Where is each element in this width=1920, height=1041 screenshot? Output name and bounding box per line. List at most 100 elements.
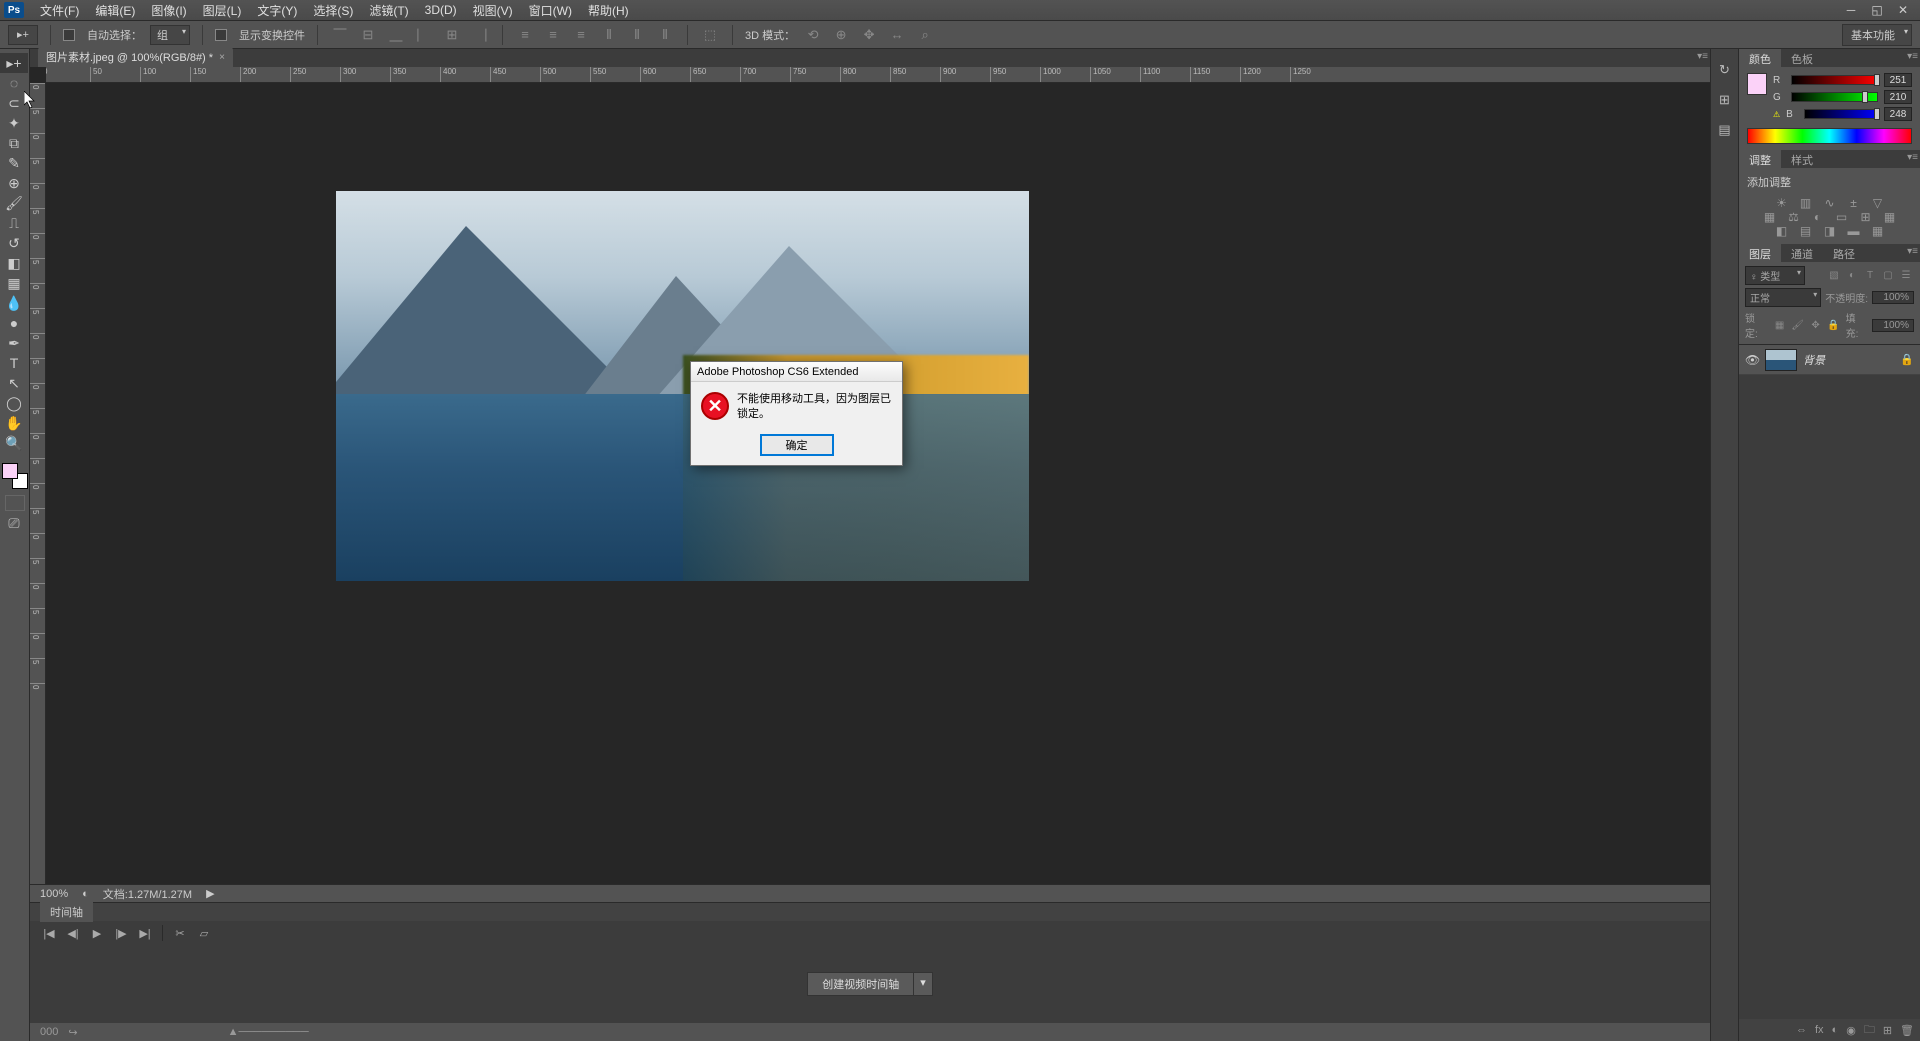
3d-pan-icon[interactable]: ✥ [859, 25, 879, 45]
marquee-tool[interactable]: ◌ [0, 73, 28, 93]
gradient-map-icon[interactable]: ▬ [1845, 224, 1863, 238]
filter-pixel-icon[interactable]: ▧ [1826, 269, 1842, 283]
tab-close-icon[interactable]: × [219, 52, 225, 63]
zoom-tool[interactable]: 🔍 [0, 433, 28, 453]
brush-tool[interactable]: 🖌 [0, 193, 28, 213]
distribute-vcenter-icon[interactable]: ≡ [543, 25, 563, 45]
menu-type[interactable]: 文字(Y) [249, 0, 305, 21]
layers-panel-menu-icon[interactable]: ▾≡ [1907, 246, 1918, 257]
color-spectrum[interactable] [1747, 128, 1912, 144]
invert-icon[interactable]: ◧ [1773, 224, 1791, 238]
vertical-ruler[interactable]: 0505050505050505050505050 [30, 83, 46, 884]
zoom-level[interactable]: 100% [40, 888, 68, 900]
filter-adjust-icon[interactable]: ◐ [1844, 269, 1860, 283]
g-slider[interactable] [1791, 92, 1878, 102]
shape-tool[interactable]: ◯ [0, 393, 28, 413]
color-panel-swatch[interactable] [1747, 73, 1767, 95]
history-brush-tool[interactable]: ↺ [0, 233, 28, 253]
menu-edit[interactable]: 编辑(E) [87, 0, 143, 21]
canvas[interactable]: Adobe Photoshop CS6 Extended ✕ 不能使用移动工具，… [46, 83, 1710, 884]
distribute-left-icon[interactable]: ⦀ [599, 25, 619, 45]
lock-transparency-icon[interactable]: ▦ [1772, 318, 1788, 332]
new-group-icon[interactable]: 🗀 [1864, 1021, 1875, 1040]
type-tool[interactable]: T [0, 353, 28, 373]
align-right-icon[interactable]: ⎹ [470, 25, 490, 45]
exposure-icon[interactable]: ± [1845, 196, 1863, 210]
blur-tool[interactable]: 💧 [0, 293, 28, 313]
levels-icon[interactable]: ▥ [1797, 196, 1815, 210]
3d-roll-icon[interactable]: ⊕ [831, 25, 851, 45]
paths-tab[interactable]: 路径 [1823, 244, 1865, 262]
dodge-tool[interactable]: ● [0, 313, 28, 333]
distribute-top-icon[interactable]: ≡ [515, 25, 535, 45]
history-dock-icon[interactable]: ↻ [1714, 59, 1736, 81]
filter-smart-icon[interactable]: ☰ [1898, 269, 1914, 283]
lock-position-icon[interactable]: ✥ [1808, 318, 1824, 332]
3d-orbit-icon[interactable]: ⟲ [803, 25, 823, 45]
photo-filter-icon[interactable]: ▭ [1833, 210, 1851, 224]
delete-layer-icon[interactable]: 🗑 [1900, 1024, 1914, 1037]
balance-icon[interactable]: ⚖ [1785, 210, 1803, 224]
align-hcenter-icon[interactable]: ⊞ [442, 25, 462, 45]
quickmask-button[interactable] [5, 495, 25, 511]
blend-mode-dropdown[interactable]: 正常 [1745, 288, 1821, 307]
layer-style-icon[interactable]: fx [1815, 1024, 1824, 1036]
play-button[interactable]: ▶ [86, 924, 108, 942]
timeline-menu-icon[interactable]: ▾≡ [1697, 51, 1708, 62]
document-tab[interactable]: 图片素材.jpeg @ 100%(RGB/8#) * × [38, 47, 233, 67]
color-panel-menu-icon[interactable]: ▾≡ [1907, 51, 1918, 62]
channel-mixer-icon[interactable]: ⊞ [1857, 210, 1875, 224]
3d-zoom-icon[interactable]: ⌕ [915, 25, 935, 45]
threshold-icon[interactable]: ◨ [1821, 224, 1839, 238]
layers-tab[interactable]: 图层 [1739, 244, 1781, 262]
vibrance-icon[interactable]: ▽ [1869, 196, 1887, 210]
hand-tool[interactable]: ✋ [0, 413, 28, 433]
menu-view[interactable]: 视图(V) [465, 0, 521, 21]
layer-mask-icon[interactable]: ◐ [1832, 1024, 1839, 1036]
screenmode-button[interactable]: ⎚ [0, 513, 28, 533]
color-tab[interactable]: 颜色 [1739, 49, 1781, 67]
next-frame-button[interactable]: |▶ [110, 924, 132, 942]
align-vcenter-icon[interactable]: ⊟ [358, 25, 378, 45]
properties-dock-icon[interactable]: ⊞ [1714, 89, 1736, 111]
menu-file[interactable]: 文件(F) [32, 0, 87, 21]
r-value[interactable]: 251 [1884, 73, 1912, 87]
align-bottom-icon[interactable]: ⎽ [386, 25, 406, 45]
adjust-panel-menu-icon[interactable]: ▾≡ [1907, 152, 1918, 163]
menu-layer[interactable]: 图层(L) [195, 0, 250, 21]
menu-window[interactable]: 窗口(W) [521, 0, 580, 21]
lock-all-icon[interactable]: 🔒 [1826, 318, 1842, 332]
first-frame-button[interactable]: |◀ [38, 924, 60, 942]
auto-select-checkbox[interactable] [63, 29, 75, 41]
character-dock-icon[interactable]: ▤ [1714, 119, 1736, 141]
curves-icon[interactable]: ∿ [1821, 196, 1839, 210]
menu-3d[interactable]: 3D(D) [417, 1, 465, 19]
filter-shape-icon[interactable]: ▢ [1880, 269, 1896, 283]
selective-color-icon[interactable]: ▦ [1869, 224, 1887, 238]
r-slider[interactable] [1791, 75, 1878, 85]
align-top-icon[interactable]: ⎺ [330, 25, 350, 45]
swatches-tab[interactable]: 色板 [1781, 49, 1823, 67]
gradient-tool[interactable]: ▦ [0, 273, 28, 293]
eraser-tool[interactable]: ◧ [0, 253, 28, 273]
timeline-split-button[interactable]: ✂ [169, 924, 191, 942]
new-fill-icon[interactable]: ◉ [1846, 1024, 1856, 1037]
lock-image-icon[interactable]: 🖌 [1790, 318, 1806, 332]
align-left-icon[interactable]: ⎸ [414, 25, 434, 45]
menu-filter[interactable]: 滤镜(T) [361, 0, 416, 21]
b-slider[interactable] [1804, 109, 1878, 119]
posterize-icon[interactable]: ▤ [1797, 224, 1815, 238]
minimize-button[interactable]: ─ [1838, 1, 1864, 19]
healing-tool[interactable]: ⊕ [0, 173, 28, 193]
b-value[interactable]: 248 [1884, 107, 1912, 121]
create-timeline-button[interactable]: 创建视频时间轴 [807, 972, 914, 996]
new-layer-icon[interactable]: ⊞ [1883, 1024, 1892, 1037]
crop-tool[interactable]: ⧉ [0, 133, 28, 153]
fill-value[interactable]: 100% [1872, 319, 1914, 332]
current-tool-icon[interactable]: ▸+ [8, 25, 38, 45]
3d-slide-icon[interactable]: ↔ [887, 25, 907, 45]
show-transform-checkbox[interactable] [215, 29, 227, 41]
pen-tool[interactable]: ✒ [0, 333, 28, 353]
layer-filter-dropdown[interactable]: ♀ 类型 [1745, 266, 1805, 285]
workspace-switcher[interactable]: 基本功能 [1842, 24, 1912, 46]
